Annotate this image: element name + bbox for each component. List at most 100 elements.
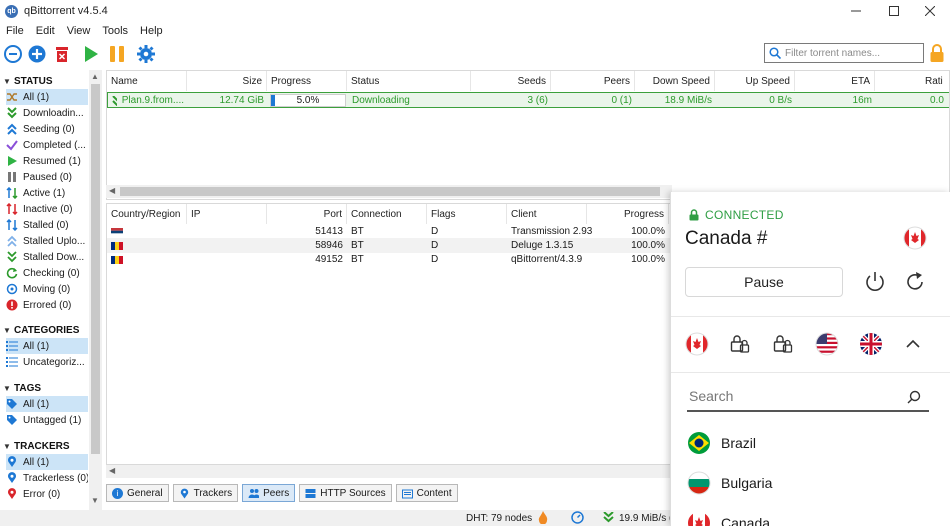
column-header-connection[interactable]: Connection [347,204,427,224]
tag-all[interactable]: All (1) [6,396,88,412]
peer-row[interactable]: 51413 BT D Transmission 2.93 100.0% [107,224,671,239]
quick-connect-canada[interactable] [685,332,709,359]
column-header-down-speed[interactable]: Down Speed [635,71,715,91]
maximize-button[interactable] [876,0,912,22]
status-paused[interactable]: Paused (0) [6,169,88,185]
title-bar: qb qBittorrent v4.5.4 [0,0,950,22]
peers-hscrollbar[interactable]: ◀ [106,465,672,478]
menu-file[interactable]: File [0,25,30,37]
trackers-section-header[interactable]: ▼ TRACKERS [0,438,70,454]
status-moving[interactable]: Moving (0) [6,281,88,297]
column-header-peer-progress[interactable]: Progress [587,204,669,224]
country-item-bulgaria[interactable]: Bulgaria [687,468,772,498]
tracker-trackerless[interactable]: Trackerless (0) [6,470,88,486]
plus-icon [28,45,46,63]
category-uncategorized[interactable]: Uncategoriz... [6,354,88,370]
menu-view[interactable]: View [61,25,97,37]
speed-limit-icon[interactable] [571,511,584,526]
play-icon [85,46,98,62]
torrent-down-speed: 18.9 MiB/s [664,95,712,106]
column-header-ip[interactable]: IP [187,204,267,224]
tab-content[interactable]: Content [395,484,458,502]
scroll-down-icon[interactable]: ▼ [91,496,99,505]
tag-untagged[interactable]: Untagged (1) [6,412,88,428]
column-header-seeds[interactable]: Seeds [471,71,551,91]
menu-edit[interactable]: Edit [30,25,61,37]
column-header-flags[interactable]: Flags [427,204,507,224]
status-resumed[interactable]: Resumed (1) [6,153,88,169]
status-stalled-downloading[interactable]: Stalled Dow... [6,249,88,265]
column-header-country[interactable]: Country/Region [107,204,187,224]
quick-connect-secure-core-1[interactable] [728,332,752,359]
vpn-pause-button[interactable]: Pause [685,267,843,297]
torrent-progress-bar: 5.0% [270,94,346,107]
status-seeding[interactable]: Seeding (0) [6,121,88,137]
peer-progress: 100.0% [631,254,665,265]
status-completed[interactable]: Completed (... [6,137,88,153]
country-item-canada[interactable]: Canada [687,508,770,526]
menu-tools[interactable]: Tools [96,25,134,37]
column-header-status[interactable]: Status [347,71,471,91]
quick-connect-secure-core-2[interactable] [771,332,795,359]
quick-connect-uk[interactable] [859,332,883,359]
column-header-size[interactable]: Size [187,71,267,91]
minimize-button[interactable] [838,0,874,22]
tab-peers[interactable]: Peers [242,484,296,502]
torrent-row[interactable]: Plan.9.from.... 12.74 GiB 5.0% Downloadi… [107,92,949,108]
collapse-button[interactable] [905,336,921,355]
sidebar-scroll-thumb[interactable] [91,84,100,454]
torrent-list-hscroll-thumb[interactable] [120,187,660,196]
filter-torrent-input[interactable]: Filter torrent names... [764,43,924,63]
column-header-port[interactable]: Port [267,204,347,224]
close-button[interactable] [912,0,948,22]
quick-connect-usa[interactable] [815,332,839,359]
dht-nodes-status: DHT: 79 nodes [466,512,533,524]
add-torrent-link-button[interactable] [2,43,24,65]
column-header-ratio[interactable]: Rati [921,71,949,91]
tracker-all[interactable]: All (1) [6,454,88,470]
users-icon [248,488,260,499]
options-button[interactable] [135,43,157,65]
column-header-peers[interactable]: Peers [551,71,635,91]
status-downloading[interactable]: Downloadin... [6,105,88,121]
column-header-eta[interactable]: ETA [795,71,875,91]
menu-help[interactable]: Help [134,25,169,37]
tracker-error[interactable]: Error (0) [6,486,88,502]
categories-section-header[interactable]: ▼ CATEGORIES [0,322,79,338]
resume-button[interactable] [80,43,102,65]
lock-button[interactable] [929,43,945,63]
status-checking[interactable]: Checking (0) [6,265,88,281]
status-inactive[interactable]: Inactive (0) [6,201,88,217]
category-all[interactable]: All (1) [6,338,88,354]
status-all[interactable]: All (1) [6,89,88,105]
tab-general[interactable]: i General [106,484,169,502]
status-stalled-uploading[interactable]: Stalled Uplo... [6,233,88,249]
tags-section-header[interactable]: ▼ TAGS [0,380,41,396]
pause-button[interactable] [106,43,128,65]
scroll-up-icon[interactable]: ▲ [91,72,99,81]
status-errored[interactable]: Errored (0) [6,297,88,313]
scroll-left-icon[interactable]: ◀ [109,186,115,195]
country-item-brazil[interactable]: Brazil [687,428,756,458]
power-button[interactable] [863,270,887,297]
torrent-list-hscrollbar[interactable]: ◀ [106,185,672,198]
tab-http-sources[interactable]: HTTP Sources [299,484,392,502]
status-active[interactable]: Active (1) [6,185,88,201]
scroll-left-icon[interactable]: ◀ [109,466,115,475]
status-section-header[interactable]: ▼ STATUS [0,73,52,89]
reconnect-button[interactable] [903,270,927,297]
column-header-name[interactable]: Name [107,71,187,91]
refresh-icon [6,267,18,279]
peer-client: Deluge 1.3.15 [511,240,574,251]
column-header-client[interactable]: Client [507,204,587,224]
sidebar-scrollbar[interactable]: ▲ ▼ [89,70,102,510]
peer-row[interactable]: 58946 BT D Deluge 1.3.15 100.0% [107,238,671,253]
tab-trackers[interactable]: Trackers [172,484,239,502]
status-stalled[interactable]: Stalled (0) [6,217,88,233]
country-search-input[interactable]: Search [687,382,929,412]
column-header-up-speed[interactable]: Up Speed [715,71,795,91]
column-header-progress[interactable]: Progress [267,71,347,91]
add-torrent-file-button[interactable] [26,43,48,65]
remove-torrent-button[interactable] [51,43,73,65]
peer-row[interactable]: 49152 BT D qBittorrent/4.3.9 100.0% [107,252,671,267]
